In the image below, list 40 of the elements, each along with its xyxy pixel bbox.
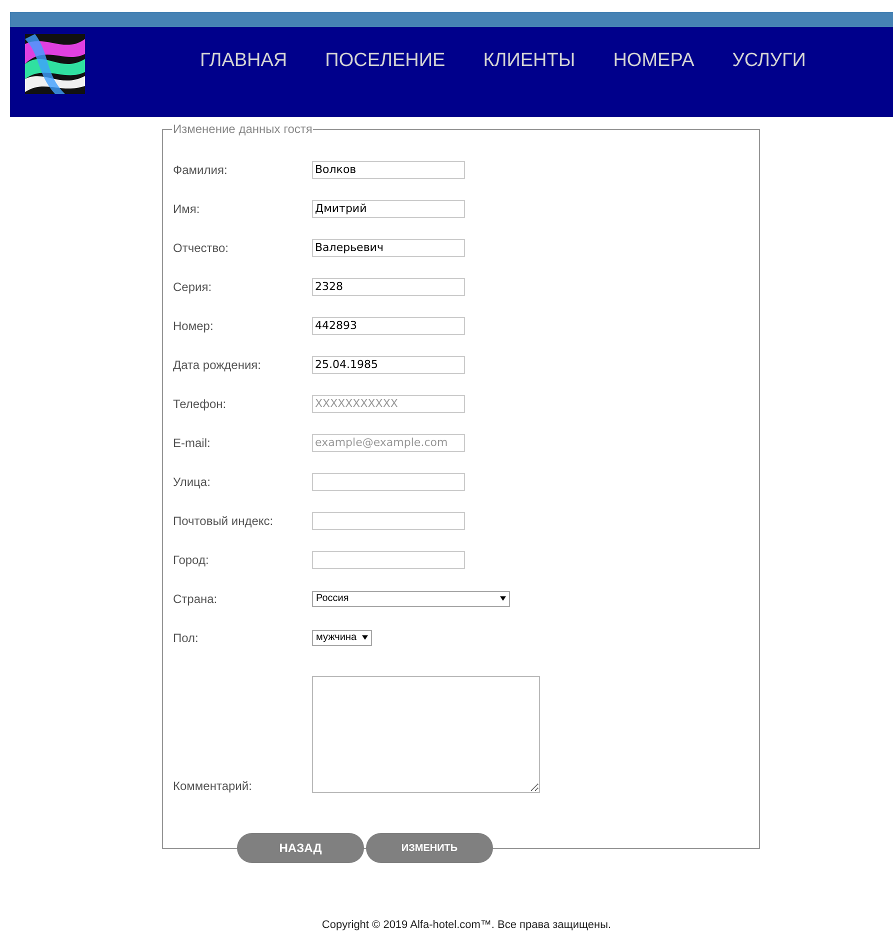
field-label: Дата рождения:	[173, 358, 262, 372]
nav-link[interactable]: ПОСЕЛЕНИЕ	[325, 50, 446, 72]
form-button[interactable]: ИЗМЕНИТЬ	[366, 833, 493, 863]
input-field[interactable]: XXXXXXXXXXX	[312, 394, 465, 412]
logo-icon	[25, 34, 85, 94]
input-field[interactable]: 2328	[312, 278, 465, 296]
field-label: Почтовый индекс:	[173, 514, 274, 528]
caret-icon	[500, 596, 506, 601]
field-label: Телефон:	[173, 396, 228, 410]
input-field[interactable]	[312, 550, 465, 568]
dropdown[interactable]: мужчина	[312, 630, 372, 646]
input-field[interactable]	[312, 512, 465, 530]
input-field[interactable]: Валерьевич	[312, 238, 465, 256]
field-label: Комментарий:	[173, 779, 253, 793]
field-label: Отчество:	[173, 240, 230, 254]
field-label: Номер:	[173, 318, 214, 332]
form-legend: Изменение данных гостя	[172, 122, 314, 136]
input-field[interactable]: Волков	[312, 160, 465, 178]
input-field[interactable]	[312, 472, 465, 490]
nav-link[interactable]: КЛИЕНТЫ	[483, 50, 576, 72]
field-label: Улица:	[173, 474, 212, 488]
field-label: Пол:	[173, 630, 200, 644]
field-label: E-mail:	[173, 436, 212, 450]
copyright-text: Copyright © 2019 Alfa-hotel.com™. Все права защищены.	[320, 919, 612, 931]
input-field[interactable]: Дмитрий	[312, 200, 465, 218]
field-label: Страна:	[173, 592, 218, 606]
comment-field[interactable]	[312, 676, 540, 793]
form-button[interactable]: НАЗАД	[237, 833, 364, 863]
field-label: Город:	[173, 552, 210, 566]
nav-link[interactable]: УСЛУГИ	[732, 50, 806, 72]
caret-icon	[362, 635, 368, 640]
dropdown[interactable]: Россия	[312, 590, 510, 606]
input-field[interactable]: example@example.com	[312, 434, 465, 452]
input-field[interactable]: 442893	[312, 316, 465, 334]
field-label: Серия:	[173, 280, 213, 294]
nav-link[interactable]: НОМЕРА	[613, 50, 694, 72]
input-field[interactable]: 25.04.1985	[312, 356, 465, 374]
nav-link[interactable]: ГЛАВНАЯ	[200, 50, 288, 72]
field-label: Фамилия:	[173, 162, 228, 176]
field-label: Имя:	[173, 202, 201, 216]
